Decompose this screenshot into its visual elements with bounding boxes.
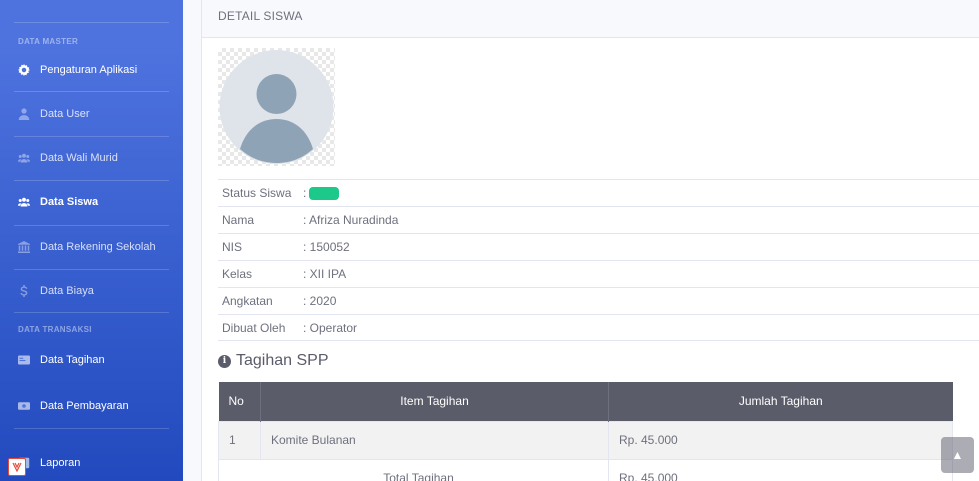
info-value: : Operator bbox=[303, 320, 358, 335]
sidebar-item-label: Data User bbox=[40, 108, 90, 120]
total-label: Total Tagihan bbox=[218, 458, 609, 481]
card-title: DETAIL SISWA bbox=[218, 9, 303, 23]
sidebar-item-label: Data Rekening Sekolah bbox=[40, 241, 156, 253]
card-header: DETAIL SISWA bbox=[202, 0, 979, 38]
bank-icon bbox=[18, 241, 30, 253]
info-label: Kelas bbox=[222, 267, 253, 281]
user-icon bbox=[18, 108, 30, 120]
sidebar-divider bbox=[14, 91, 169, 92]
info-row-status: Status Siswa : bbox=[218, 179, 979, 206]
dollar-icon bbox=[18, 285, 30, 297]
info-value: : XII IPA bbox=[303, 267, 347, 281]
section-title-text: Tagihan SPP bbox=[236, 352, 329, 369]
sidebar-item-label: Data Siswa bbox=[40, 196, 99, 208]
column-header-amount: Jumlah Tagihan bbox=[608, 382, 953, 421]
sidebar-item-data-pembayaran[interactable]: Data Pembayaran bbox=[0, 388, 183, 424]
avatar-placeholder-icon bbox=[219, 50, 334, 164]
sidebar-heading-transaksi: DATA TRANSAKSI bbox=[18, 325, 92, 334]
sidebar-divider bbox=[14, 428, 169, 429]
sidebar-item-label: Data Biaya bbox=[40, 285, 94, 297]
info-row-nama: Nama : Afriza Nuradinda bbox=[218, 206, 979, 233]
status-badge bbox=[309, 187, 340, 201]
bug-icon bbox=[12, 462, 22, 473]
info-value: : bbox=[303, 185, 340, 201]
column-header-item: Item Tagihan bbox=[260, 382, 609, 421]
sidebar-item-label: Pengaturan Aplikasi bbox=[40, 64, 138, 76]
sidebar-item-label: Data Wali Murid bbox=[40, 152, 118, 164]
sidebar-divider bbox=[14, 225, 169, 226]
info-label: Nama bbox=[222, 213, 255, 227]
sidebar-item-data-biaya[interactable]: Data Biaya bbox=[0, 273, 183, 309]
info-value-text: : bbox=[303, 185, 307, 200]
sidebar-item-label: Laporan bbox=[40, 457, 81, 469]
gear-icon bbox=[18, 64, 30, 76]
sidebar-item-data-siswa[interactable]: Data Siswa bbox=[0, 184, 183, 220]
info-row-nis: NIS : 150052 bbox=[218, 233, 979, 260]
sidebar-item-data-tagihan[interactable]: Data Tagihan bbox=[0, 342, 183, 378]
info-value: : 2020 bbox=[303, 294, 337, 308]
info-label: NIS bbox=[222, 240, 243, 254]
sidebar-heading-master: DATA MASTER bbox=[18, 37, 79, 46]
info-circle-icon: i bbox=[218, 354, 231, 368]
sidebar-item-data-user[interactable]: Data User bbox=[0, 96, 183, 132]
detail-siswa-card: DETAIL SISWA Status Siswa : Nama : Afriz… bbox=[201, 0, 979, 481]
info-row-angkatan: Angkatan : 2020 bbox=[218, 287, 979, 314]
sidebar-divider bbox=[14, 136, 169, 137]
money-icon bbox=[18, 400, 30, 412]
sidebar-item-data-wali-murid[interactable]: Data Wali Murid bbox=[0, 140, 183, 176]
info-value: : 150052 bbox=[303, 240, 350, 254]
chevron-up-icon: ▲ bbox=[951, 448, 964, 462]
table-header-row: No Item Tagihan Jumlah Tagihan bbox=[218, 382, 953, 421]
tagihan-table: No Item Tagihan Jumlah Tagihan 1 Komite … bbox=[218, 382, 953, 481]
users-icon bbox=[18, 152, 30, 164]
sidebar-item-pengaturan-aplikasi[interactable]: Pengaturan Aplikasi bbox=[0, 52, 183, 88]
info-label: Status Siswa bbox=[222, 186, 292, 200]
debugbar-icon[interactable] bbox=[8, 458, 26, 476]
info-row-kelas: Kelas : XII IPA bbox=[218, 260, 979, 287]
sidebar-divider bbox=[14, 312, 169, 313]
info-label: Dibuat Oleh bbox=[222, 320, 286, 335]
info-label: Angkatan bbox=[222, 294, 273, 308]
info-value: : Afriza Nuradinda bbox=[303, 213, 399, 227]
cell-no: 1 bbox=[218, 420, 261, 460]
cell-item: Komite Bulanan bbox=[260, 420, 609, 460]
cell-amount: Rp. 45.000 bbox=[608, 420, 953, 460]
sidebar-divider bbox=[14, 22, 169, 23]
info-row-dibuat-oleh: Dibuat Oleh : Operator bbox=[218, 314, 979, 341]
tagihan-section-title: i Tagihan SPP bbox=[218, 352, 329, 370]
sidebar-item-data-rekening-sekolah[interactable]: Data Rekening Sekolah bbox=[0, 229, 183, 265]
sidebar-divider bbox=[14, 180, 169, 181]
total-amount: Rp. 45.000 bbox=[608, 458, 953, 481]
sidebar: DATA MASTER Pengaturan Aplikasi Data Use… bbox=[0, 0, 183, 481]
sidebar-divider bbox=[14, 269, 169, 270]
table-row-total: Total Tagihan Rp. 45.000 bbox=[218, 458, 953, 481]
scroll-to-top-button[interactable]: ▲ bbox=[941, 437, 974, 473]
users-icon bbox=[18, 196, 30, 208]
sidebar-item-laporan[interactable]: Laporan bbox=[0, 445, 183, 481]
sidebar-item-label: Data Pembayaran bbox=[40, 400, 129, 412]
sidebar-item-label: Data Tagihan bbox=[40, 354, 105, 366]
table-row: 1 Komite Bulanan Rp. 45.000 bbox=[218, 420, 953, 460]
column-header-no: No bbox=[218, 382, 261, 421]
list-icon bbox=[18, 354, 30, 366]
student-avatar bbox=[218, 48, 335, 166]
student-info-table: Status Siswa : Nama : Afriza Nuradinda N… bbox=[218, 179, 979, 341]
